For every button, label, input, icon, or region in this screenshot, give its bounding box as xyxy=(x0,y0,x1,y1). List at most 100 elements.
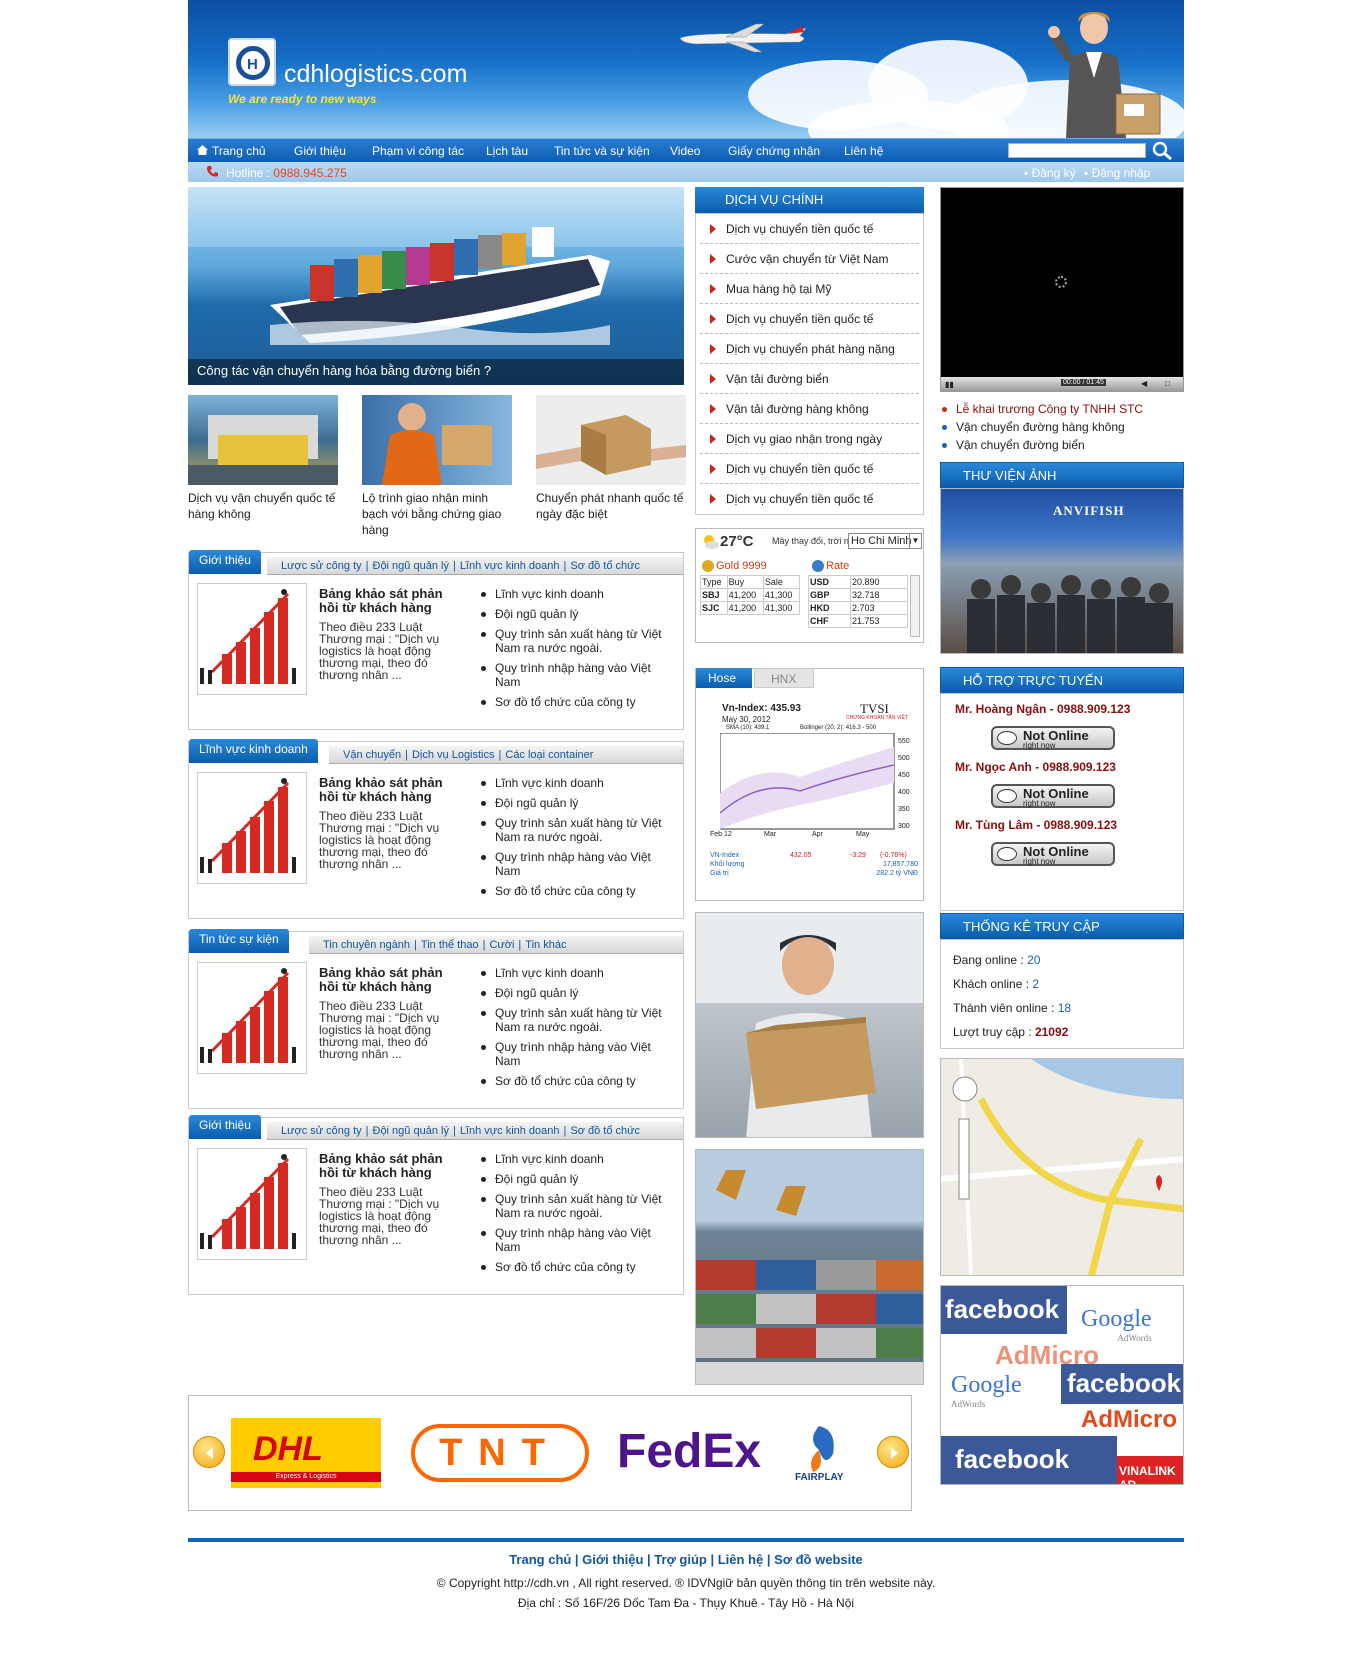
ads-banner[interactable]: facebook Google AdWords AdMicro Google AdW… xyxy=(940,1285,1184,1485)
tab[interactable]: Sơ đồ tổ chức xyxy=(570,560,640,572)
rate-scrollbar[interactable] xyxy=(910,575,920,637)
fullscreen-icon[interactable]: □ xyxy=(1165,379,1170,388)
nav-video[interactable]: Video xyxy=(670,144,700,158)
nav-contact[interactable]: Liên hệ xyxy=(844,144,883,158)
list-item[interactable]: Sơ đồ tổ chức của công ty xyxy=(479,1074,679,1088)
video-player[interactable]: ▮▮ 00:00 / 01:45 ◀ □ xyxy=(940,187,1184,392)
list-item[interactable]: Quy trình nhập hàng vào Việt Nam xyxy=(479,850,679,878)
support-person[interactable]: Mr. Hoàng Ngân - 0988.909.123 xyxy=(941,702,1183,716)
home-icon[interactable] xyxy=(196,144,209,156)
list-item[interactable]: Lĩnh vực kinh doanh xyxy=(479,776,679,790)
partner-tnt[interactable]: TNT xyxy=(411,1424,589,1482)
facebook-ad[interactable]: facebook xyxy=(941,1286,1067,1334)
logo-icon[interactable]: H xyxy=(228,38,276,86)
thumb-caption-1[interactable]: Dịch vụ vận chuyển quốc tế hàng không xyxy=(188,490,338,522)
prev-arrow-icon[interactable] xyxy=(193,1436,225,1468)
list-item[interactable]: Quy trình nhập hàng vào Việt Nam xyxy=(479,661,679,689)
box-title[interactable]: Bảng khảo sát phản hồi từ khách hàng xyxy=(319,1152,449,1180)
list-item[interactable]: Sơ đồ tổ chức của công ty xyxy=(479,884,679,898)
list-item[interactable]: Quy trình sản xuất hàng từ Việt Nam ra n… xyxy=(479,816,679,844)
tab[interactable]: Lược sử công ty xyxy=(281,560,362,572)
service-item[interactable]: Vận tải đường hàng không xyxy=(700,394,919,424)
nav-home[interactable]: Trang chủ xyxy=(212,144,266,158)
survey-chart-image[interactable] xyxy=(197,962,307,1074)
list-item[interactable]: Đội ngũ quản lý xyxy=(479,607,679,621)
box-head[interactable]: Lĩnh vực kinh doanh xyxy=(189,739,318,763)
register-link[interactable]: ▪ Đăng ký xyxy=(1024,166,1076,180)
survey-chart-image[interactable] xyxy=(197,772,307,884)
box-title[interactable]: Bảng khảo sát phản hồi từ khách hàng xyxy=(319,587,449,615)
gallery-image[interactable]: ANVIFISH xyxy=(940,488,1184,654)
news-item[interactable]: Vận chuyển đường hàng không xyxy=(940,418,1184,436)
login-link[interactable]: ▪ Đăng nhập xyxy=(1084,166,1150,180)
list-item[interactable]: Quy trình sản xuất hàng từ Việt Nam ra n… xyxy=(479,1192,679,1220)
video-controls[interactable]: ▮▮ 00:00 / 01:45 ◀ □ xyxy=(941,377,1183,391)
service-item[interactable]: Cước vận chuyển từ Việt Nam xyxy=(700,244,919,274)
tab-hose[interactable]: Hose xyxy=(696,668,752,688)
google-ad-2[interactable]: Google AdWords xyxy=(951,1372,1022,1409)
tab-hnx[interactable]: HNX xyxy=(754,668,814,688)
chat-status-button[interactable]: Not Online right now xyxy=(991,784,1115,808)
service-item[interactable]: Dịch vụ chuyển tiền quốc tế xyxy=(700,454,919,484)
thumb-air-cargo[interactable] xyxy=(188,395,338,485)
nav-schedule[interactable]: Lịch tàu xyxy=(486,144,528,158)
vinalink-ad[interactable]: VINALINK AD xyxy=(1117,1456,1183,1484)
service-item[interactable]: Dịch vụ chuyển tiền quốc tế xyxy=(700,304,919,334)
nav-certificate[interactable]: Giấy chứng nhận xyxy=(728,144,820,158)
list-item[interactable]: Đội ngũ quản lý xyxy=(479,796,679,810)
port-image[interactable] xyxy=(695,1149,924,1385)
map-pan-icon[interactable] xyxy=(953,1077,977,1101)
box-title[interactable]: Bảng khảo sát phản hồi từ khách hàng xyxy=(319,966,449,994)
chevron-down-icon[interactable]: ▼ xyxy=(909,534,921,548)
box-head[interactable]: Tin tức sự kiện xyxy=(189,929,289,953)
google-ad[interactable]: Google AdWords xyxy=(1081,1306,1152,1343)
survey-chart-image[interactable] xyxy=(197,1148,307,1260)
nav-news[interactable]: Tin tức và sự kiện xyxy=(554,144,650,158)
support-person[interactable]: Mr. Ngọc Anh - 0988.909.123 xyxy=(941,760,1183,774)
list-item[interactable]: Sơ đồ tổ chức của công ty xyxy=(479,1260,679,1274)
tab[interactable]: Lược sử công ty xyxy=(281,1125,362,1137)
tab[interactable]: Tin khác xyxy=(525,939,566,951)
service-item[interactable]: Dịch vụ chuyển tiền quốc tế xyxy=(700,484,919,514)
list-item[interactable]: Đội ngũ quản lý xyxy=(479,1172,679,1186)
facebook-ad-3[interactable]: facebook xyxy=(941,1436,1117,1484)
tab[interactable]: Vận chuyển xyxy=(343,749,401,761)
tab[interactable]: Đội ngũ quản lý xyxy=(373,1125,449,1137)
volume-icon[interactable]: ◀ xyxy=(1141,379,1147,388)
courier-image[interactable] xyxy=(695,912,924,1138)
service-item[interactable]: Dịch vụ chuyển phát hàng nặng xyxy=(700,334,919,364)
box-head[interactable]: Giới thiệu xyxy=(189,550,261,574)
service-item[interactable]: Vận tải đường biển xyxy=(700,364,919,394)
tab[interactable]: Đội ngũ quản lý xyxy=(373,560,449,572)
map-marker-icon[interactable] xyxy=(1149,1169,1169,1193)
chat-status-button[interactable]: Not Online right now xyxy=(991,842,1115,866)
tab[interactable]: Dịch vụ Logistics xyxy=(412,749,495,761)
partner-fairplay[interactable]: FAIRPLAY xyxy=(789,1420,859,1490)
nav-about[interactable]: Giới thiệu xyxy=(294,144,346,158)
footer-links[interactable]: Trang chủ | Giới thiệu | Trợ giúp | Liên… xyxy=(188,1552,1184,1567)
support-person[interactable]: Mr. Tùng Lâm - 0988.909.123 xyxy=(941,818,1183,832)
brand-name[interactable]: cdhlogistics.com xyxy=(284,60,467,89)
box-title[interactable]: Bảng khảo sát phản hồi từ khách hàng xyxy=(319,776,449,804)
next-arrow-icon[interactable] xyxy=(877,1436,909,1468)
tab[interactable]: Tin thể thao xyxy=(421,939,479,951)
hero-slide[interactable]: Công tác vận chuyển hàng hóa bằng đường … xyxy=(188,187,684,385)
service-item[interactable]: Mua hàng hộ tại Mỹ xyxy=(700,274,919,304)
partner-fedex[interactable]: FedEx xyxy=(617,1424,761,1479)
map[interactable] xyxy=(940,1058,1184,1276)
survey-chart-image[interactable] xyxy=(197,583,307,695)
thumb-delivery-man[interactable] xyxy=(362,395,512,485)
list-item[interactable]: Quy trình nhập hàng vào Việt Nam xyxy=(479,1040,679,1068)
tab[interactable]: Lĩnh vực kinh doanh xyxy=(460,1125,560,1137)
hero-caption[interactable]: Công tác vận chuyển hàng hóa bằng đường … xyxy=(188,359,684,385)
service-item[interactable]: Dịch vụ giao nhận trong ngày xyxy=(700,424,919,454)
city-select[interactable]: Ho Chi Minh ▼ xyxy=(848,533,922,549)
tab[interactable]: Lĩnh vực kinh doanh xyxy=(460,560,560,572)
service-item[interactable]: Dịch vụ chuyển tiền quốc tế xyxy=(700,214,919,244)
list-item[interactable]: Quy trình sản xuất hàng từ Việt Nam ra n… xyxy=(479,627,679,655)
facebook-ad-2[interactable]: facebook xyxy=(1061,1364,1183,1404)
news-item[interactable]: Vận chuyển đường biển xyxy=(940,436,1184,454)
list-item[interactable]: Quy trình sản xuất hàng từ Việt Nam ra n… xyxy=(479,1006,679,1034)
list-item[interactable]: Lĩnh vực kinh doanh xyxy=(479,587,679,601)
news-item[interactable]: Lễ khai trương Công ty TNHH STC xyxy=(940,400,1184,418)
